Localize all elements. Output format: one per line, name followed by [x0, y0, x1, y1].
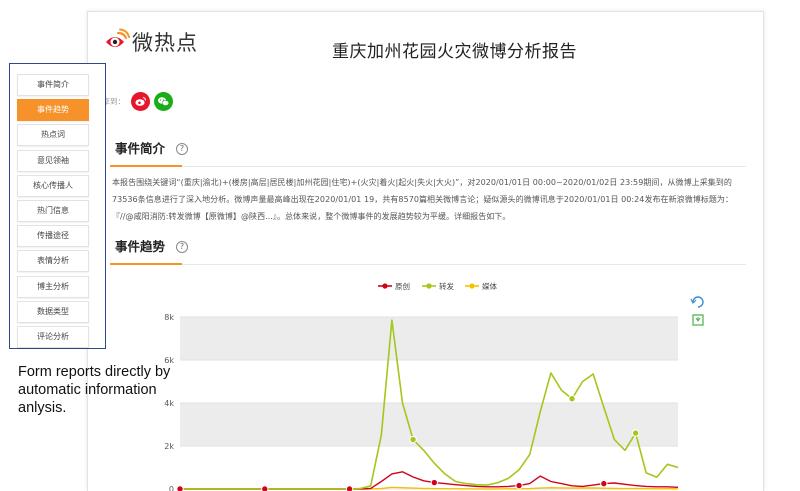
- legend-swatch-dot: [469, 283, 475, 289]
- grid-band: [180, 403, 678, 446]
- trend-chart: 0 2k 4k 6k 8k 原创 转发 媒体: [110, 269, 746, 491]
- sidebar-item[interactable]: 评论分析: [17, 326, 89, 348]
- help-icon[interactable]: ?: [176, 241, 188, 253]
- series-point: [176, 485, 184, 491]
- trend-section-header: 事件趋势 ?: [110, 235, 746, 265]
- sidebar-item[interactable]: 事件简介: [17, 74, 89, 96]
- grid-band: [180, 317, 678, 360]
- y-tick-label: 0: [169, 485, 174, 491]
- series-point: [568, 395, 576, 403]
- trend-section-title: 事件趋势: [110, 235, 182, 265]
- trend-chart-svg: 02k4k6k8k原创 转发 媒体: [164, 281, 704, 491]
- sidebar-item[interactable]: 核心传播人: [17, 174, 89, 197]
- sidebar-item[interactable]: 传播途径: [17, 225, 89, 248]
- legend-swatch-dot: [426, 283, 432, 289]
- intro-section-title: 事件简介: [110, 137, 182, 167]
- series-point: [515, 481, 523, 490]
- share-wechat-button[interactable]: [154, 92, 173, 111]
- sidebar-nav: 事件简介事件趋势 热点词 意见领袖 核心传播人热门信息传播途径 表情分析 博主分析 数据类型…: [9, 63, 106, 349]
- sidebar-item[interactable]: 数据类型: [17, 300, 89, 323]
- sidebar-item[interactable]: 事件趋势: [17, 99, 89, 122]
- weibo-icon: [135, 96, 147, 106]
- legend-swatch-dot: [382, 283, 388, 289]
- series-point: [345, 485, 354, 491]
- refresh-icon[interactable]: [690, 296, 704, 308]
- y-tick-label: 8k: [164, 313, 174, 322]
- intro-section-header: 事件简介 ?: [110, 137, 746, 167]
- sidebar-item[interactable]: 博主分析: [17, 275, 89, 298]
- save-image-icon[interactable]: [692, 314, 704, 326]
- series-point: [600, 479, 608, 488]
- sidebar-item[interactable]: 热点词: [17, 124, 89, 147]
- series-point: [430, 478, 438, 487]
- legend-label: 媒体: [482, 281, 497, 291]
- series-point: [261, 485, 269, 491]
- share-weibo-button[interactable]: [131, 92, 150, 111]
- page-title: 重庆加州花园火灾微博分析报告: [332, 42, 577, 62]
- intro-text: 本报告围绕关键词“(重庆|渝北)+(楼房|高层|居民楼|加州花园|住宅)+(火灾…: [112, 178, 733, 221]
- help-icon[interactable]: ?: [176, 143, 188, 155]
- sidebar-item[interactable]: 意见领袖: [17, 149, 89, 172]
- wechat-icon: [158, 97, 170, 106]
- report-card: 微热点 重庆加州花园火灾微博分析报告 分享到： 事件简介 ? 本报告围绕关键词“…: [87, 11, 764, 491]
- caption-text: Form reports directly by automatic infor…: [18, 364, 171, 416]
- legend-label: 原创: [395, 281, 410, 291]
- share-row: 分享到：: [95, 92, 177, 111]
- legend-label: 转发: [439, 281, 454, 291]
- sidebar-item[interactable]: 表情分析: [17, 250, 89, 273]
- y-tick-label: 2k: [164, 442, 174, 451]
- sidebar-item[interactable]: 热门信息: [17, 200, 89, 222]
- series-point: [409, 435, 417, 444]
- series-point: [631, 429, 640, 437]
